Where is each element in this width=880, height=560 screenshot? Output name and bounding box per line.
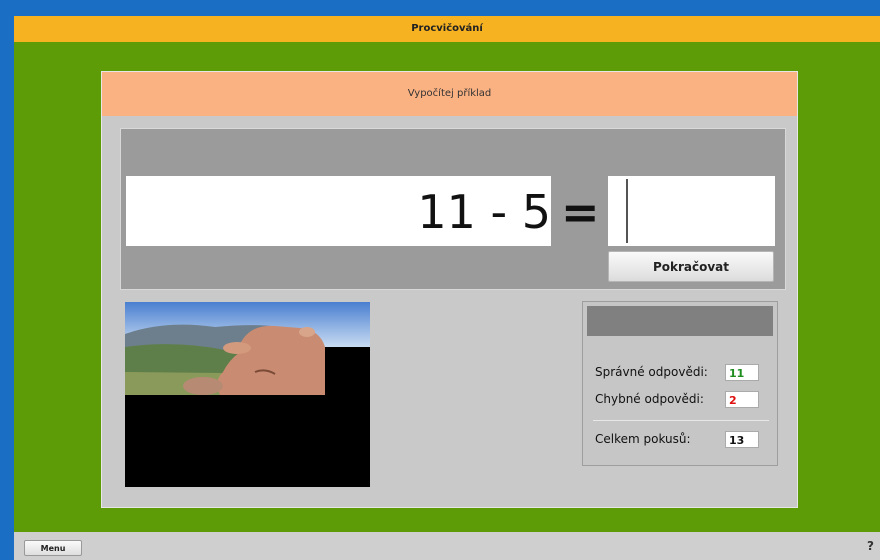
math-expression: 11 - 5 [417,185,551,239]
problem-area: 11 - 5 = Pokračovat [120,128,786,290]
divider [593,420,769,421]
bottom-bar: Menu ? [14,532,880,560]
help-button[interactable]: ? [867,539,874,553]
answer-input[interactable] [608,176,775,246]
wrong-answers-value: 2 [725,391,759,408]
continue-button[interactable]: Pokračovat [608,251,774,282]
reward-picture [125,302,370,487]
window-title: Procvičování [14,16,880,42]
wrong-answers-label: Chybné odpovědi: [595,392,704,406]
exercise-instruction: Vypočítej příklad [102,72,797,116]
text-caret [626,179,628,243]
score-panel: Správné odpovědi: 11 Chybné odpovědi: 2 … [582,301,778,466]
exercise-panel: Vypočítej příklad 11 - 5 = Pokračovat Sp… [101,71,798,508]
total-attempts-value: 13 [725,431,759,448]
equals-sign: = [561,185,600,239]
expression-box: 11 - 5 [126,176,551,246]
correct-answers-label: Správné odpovědi: [595,365,708,379]
menu-button[interactable]: Menu [24,540,82,556]
score-panel-header [587,306,773,336]
cow-photo-icon [125,302,370,487]
total-attempts-label: Celkem pokusů: [595,432,691,446]
correct-answers-value: 11 [725,364,759,381]
